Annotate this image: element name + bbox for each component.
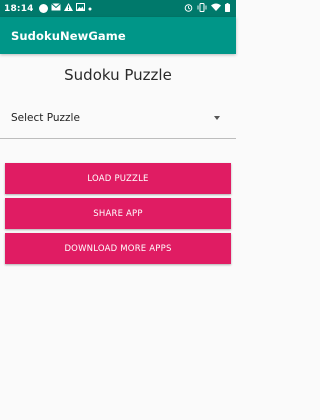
app-bar: SudokuNewGame: [0, 17, 236, 54]
gallery-icon: [75, 3, 85, 14]
divider: [0, 138, 236, 139]
status-left-icons: [38, 3, 92, 14]
download-more-apps-button[interactable]: DOWNLOAD MORE APPS: [5, 233, 231, 264]
alarm-icon: [184, 3, 193, 15]
dot-small-icon: [88, 4, 92, 14]
status-time: 18:14: [4, 3, 34, 14]
status-bar: 18:14: [0, 0, 236, 17]
app-title: SudokuNewGame: [11, 28, 126, 43]
wifi-icon: [211, 3, 221, 14]
status-right-icons: [184, 2, 230, 15]
vibrate-icon: [197, 2, 207, 15]
dropdown-arrow-icon: [214, 116, 220, 120]
load-puzzle-button[interactable]: LOAD PUZZLE: [5, 163, 231, 194]
mail-icon: [50, 3, 61, 14]
share-app-button[interactable]: SHARE APP: [5, 198, 231, 229]
battery-icon: [225, 2, 230, 15]
alert-icon: [63, 3, 73, 14]
notification-dot-icon: [38, 4, 48, 13]
puzzle-select-value: Select Puzzle: [11, 112, 80, 124]
page-title: Sudoku Puzzle: [64, 66, 172, 84]
puzzle-select-dropdown[interactable]: Select Puzzle: [11, 106, 223, 130]
